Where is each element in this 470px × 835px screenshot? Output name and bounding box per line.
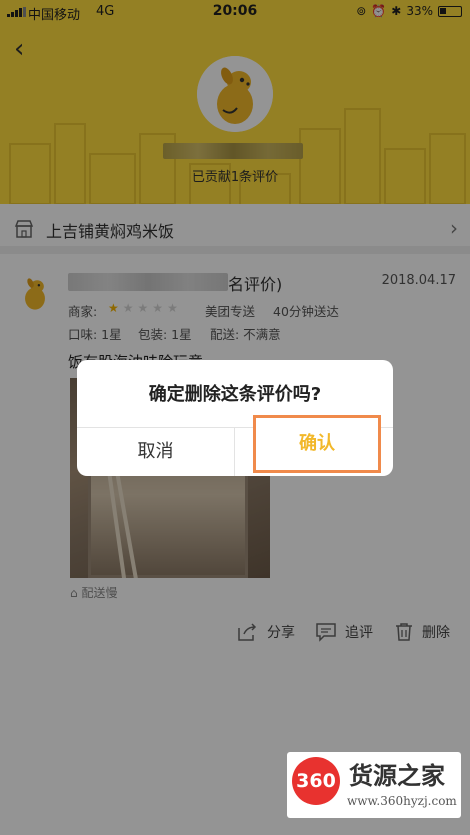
dialog-title: 确定删除这条评价吗? (148, 384, 322, 405)
delete-confirm-dialog: 确定删除这条评价吗? 取消 确认 (77, 360, 393, 476)
divider (234, 427, 235, 476)
cancel-button[interactable]: 取消 (77, 428, 234, 476)
watermark-url: www.360hyzj.com (347, 794, 457, 808)
360-logo-icon: 360 (292, 757, 340, 805)
watermark-title: 货源之家 (349, 761, 445, 790)
watermark-logo: 360 货源之家 www.360hyzj.com (287, 752, 461, 818)
confirm-button[interactable]: 确认 (253, 415, 381, 473)
